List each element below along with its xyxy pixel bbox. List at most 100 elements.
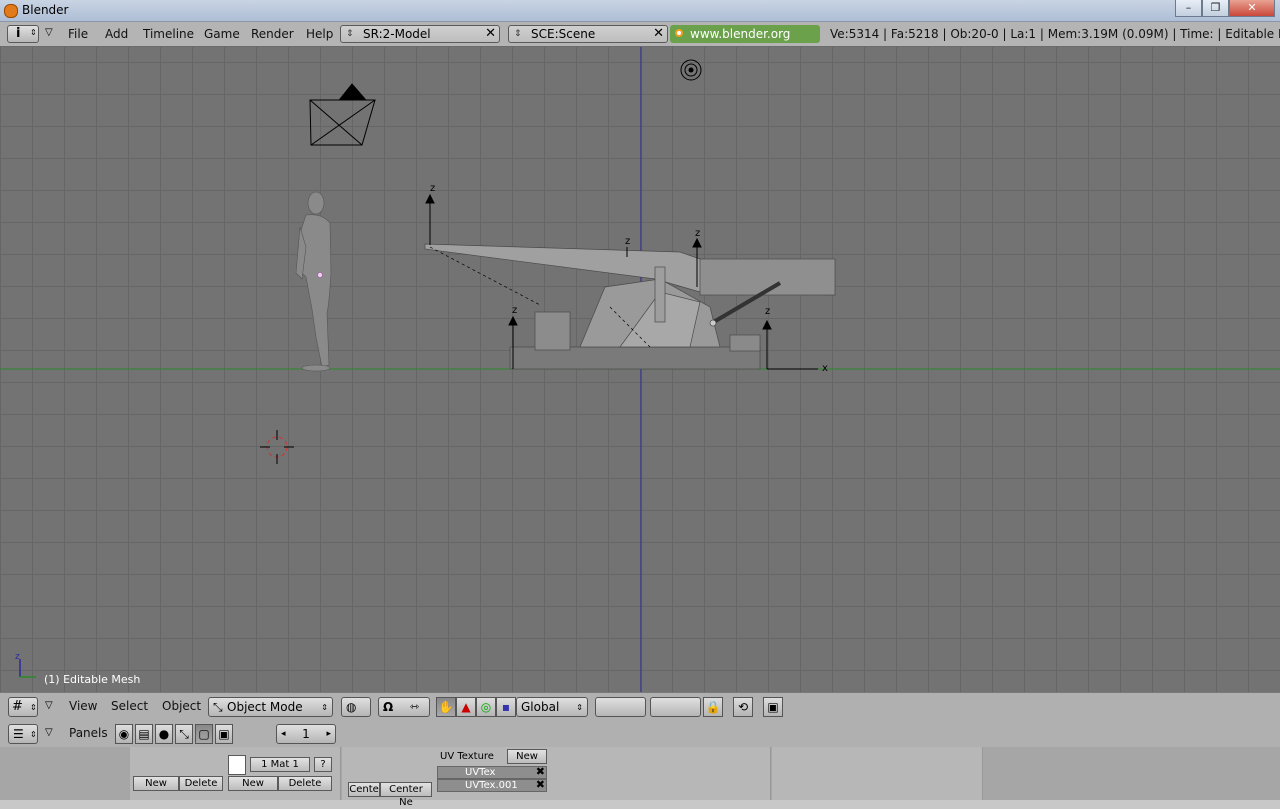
help-button[interactable]: ? [314,757,332,772]
updown-icon: ⇕ [514,29,522,39]
uv-new-button[interactable]: New [507,749,547,764]
menu-file[interactable]: File [68,27,88,41]
manipulator-hand-icon[interactable]: ✋ [436,697,456,717]
orientation-label: Global [521,700,560,714]
collapse-menu-icon[interactable]: ▽ [45,27,53,38]
mode-label: Object Mode [227,700,303,714]
view-axis-gizmo-icon: z [15,652,36,678]
updown-icon: ⇕ [30,703,37,712]
render-icon[interactable]: ▣ [763,697,783,717]
uv-layer-name: UVTex [465,767,496,778]
uv-layer-item[interactable]: UVTex ✖ [437,766,547,779]
axis-label-z: z [512,305,517,316]
uv-texture-label: UV Texture [440,751,494,762]
buttons-header: ☰ ⇕ ▽ Panels ◉ ▤ ● ⤡ ▢ ▣ ◂ 1 ▸ [0,720,1280,748]
object-icon[interactable]: ⤡ [175,724,193,744]
camera-icon [309,83,376,146]
grid-icon: # [12,699,23,714]
editor-type-button[interactable]: i ⇕ [7,25,39,43]
editing-icon[interactable]: ▢ [195,724,213,744]
panels-menu[interactable]: Panels [69,726,108,740]
axis-label-z: z [695,228,700,239]
shading-icon: ◍ [346,700,357,714]
mode-selector[interactable]: ⤡ Object Mode ⇕ [208,697,333,717]
updown-icon: ⇕ [321,703,328,712]
axis-label-z: z [765,306,770,317]
empty-panel [772,747,983,800]
draw-type-selector[interactable]: ◍ [341,697,371,717]
logic-icon[interactable]: ◉ [115,724,133,744]
lock-icon[interactable]: 🔒 [703,697,723,717]
new-vertex-group-button[interactable]: New [133,776,179,791]
material-color-swatch[interactable] [228,755,246,775]
collapse-menu-icon[interactable]: ▽ [45,727,53,738]
human-figure [295,191,332,372]
scene-stats: Ve:5314 | Fa:5218 | Ob:20-0 | La:1 | Mem… [830,27,1280,41]
info-header: i ⇕ ▽ File Add Timeline Game Render Help… [0,22,1280,59]
shading-icon[interactable]: ● [155,724,173,744]
updown-icon: ⇕ [30,28,37,37]
editor-type-button[interactable]: ☰ ⇕ [8,724,38,744]
window-titlebar: Blender – ❐ ✕ [0,0,1280,22]
menu-select[interactable]: Select [111,699,148,713]
link-materials-panel: 1 Mat 1 ? New Delete New Delete [130,747,341,800]
scene-name: SCE:Scene [531,27,596,41]
mesh-panel: Cente Center Ne [342,747,435,808]
viewport-scene: z z z z z x z [0,47,1280,692]
menu-help[interactable]: Help [306,27,333,41]
close-button[interactable]: ✕ [1229,0,1275,17]
arrow-right-icon[interactable]: ▸ [326,725,331,743]
center-button[interactable]: Cente [348,782,380,797]
delete-vertex-group-button[interactable]: Delete [179,776,223,791]
object-info: (1) Editable Mesh [44,673,141,686]
orientation-selector[interactable]: Global ⇕ [516,697,588,717]
scene-selector[interactable]: ⇕ SCE:Scene ✕ [508,25,668,43]
menu-game[interactable]: Game [204,27,240,41]
menu-render[interactable]: Render [251,27,294,41]
delete-uv-icon[interactable]: ✖ [536,766,545,777]
buttons-area: 1 Mat 1 ? New Delete New Delete Cente Ce… [0,747,1280,808]
delete-material-button[interactable]: Delete [278,776,332,791]
scale-icon[interactable]: ▪ [496,697,516,717]
delete-uv-icon[interactable]: ✖ [536,779,545,790]
minimize-button[interactable]: – [1175,0,1202,17]
pivot-selector[interactable]: Ω ⇿ [378,697,430,717]
arrow-left-icon[interactable]: ◂ [281,725,286,743]
link-icon[interactable]: ⟲ [733,697,753,717]
3d-view-header: # ⇕ ▽ View Select Object ⤡ Object Mode ⇕… [0,692,1280,721]
rotate-icon[interactable]: ◎ [476,697,496,717]
3d-cursor-icon [260,430,294,464]
delete-screen-icon[interactable]: ✕ [485,26,496,42]
translate-icon[interactable]: ▲ [456,697,476,717]
3d-viewport[interactable]: z z z z z x z (1) Editable Mesh [0,47,1280,692]
delete-scene-icon[interactable]: ✕ [653,26,664,42]
layer-buttons-b[interactable] [650,697,701,717]
maximize-button[interactable]: ❐ [1202,0,1229,17]
scene-icon[interactable]: ▣ [215,724,233,744]
axis-label-x: x [822,363,828,374]
pivot-icon: Ω [383,700,394,714]
menu-view[interactable]: View [69,699,97,713]
collapse-menu-icon[interactable]: ▽ [45,700,53,711]
new-material-button[interactable]: New [228,776,278,791]
script-icon[interactable]: ▤ [135,724,153,744]
uv-layer-item[interactable]: UVTex.001 ✖ [437,779,547,792]
blender-version-link[interactable]: www.blender.org 249.2 [670,25,820,59]
axis-label-z: z [625,236,630,247]
frame-number[interactable]: ◂ 1 ▸ [276,724,336,744]
uv-layer-name: UVTex.001 [465,780,518,791]
menu-timeline[interactable]: Timeline [143,27,194,41]
frame-value: 1 [302,727,310,741]
screen-selector[interactable]: ⇕ SR:2-Model ✕ [340,25,500,43]
editor-type-button[interactable]: # ⇕ [8,697,38,717]
axis-label-z: z [430,183,435,194]
material-index[interactable]: 1 Mat 1 [250,757,310,772]
cannon-model [424,243,836,370]
layer-buttons-a[interactable] [595,697,646,717]
gizmo-label-z: z [15,652,20,662]
lamp-icon [680,59,702,81]
object-mode-icon: ⤡ [213,700,223,714]
menu-object[interactable]: Object [162,699,201,713]
center-new-button[interactable]: Center Ne [380,782,432,808]
menu-add[interactable]: Add [105,27,128,41]
